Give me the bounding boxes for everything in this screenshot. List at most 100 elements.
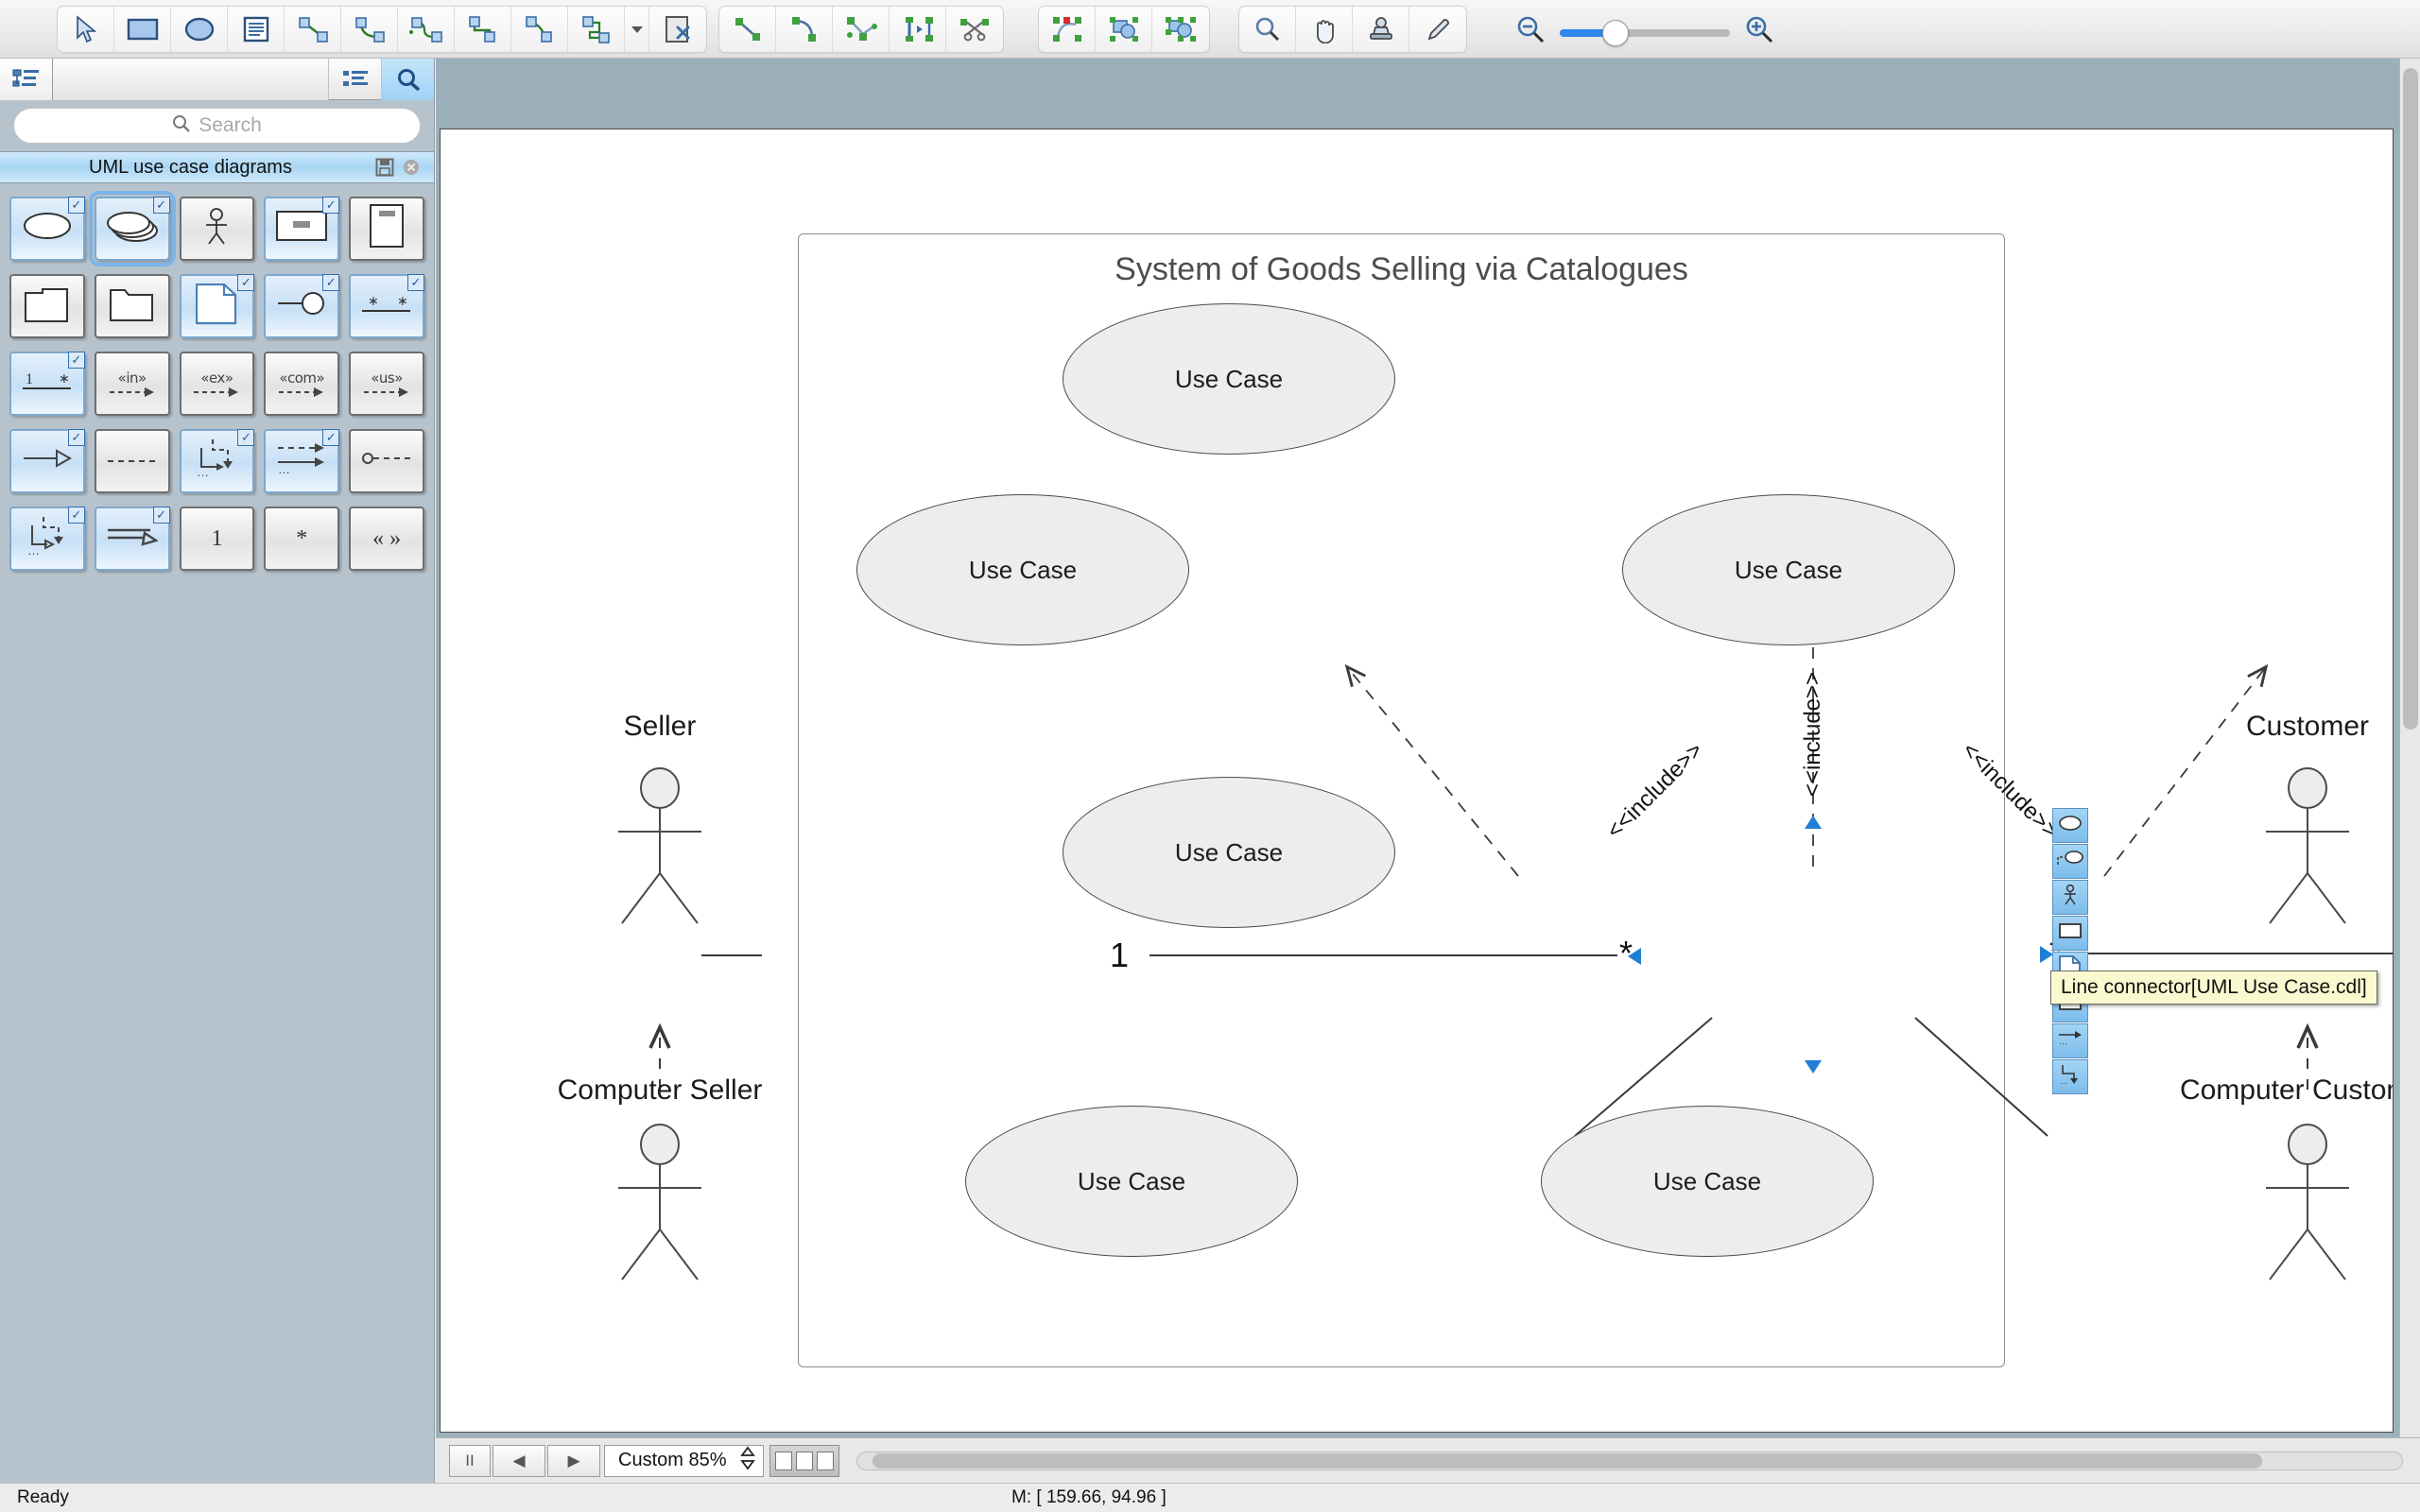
document-tree-icon[interactable]	[0, 58, 53, 100]
stencil-item-stereotype-text[interactable]: « »	[349, 507, 424, 571]
chevron-down-icon[interactable]	[625, 7, 649, 52]
stencil-item-system-boundary[interactable]	[264, 197, 340, 261]
mini-actor[interactable]	[2052, 880, 2088, 915]
pair-arrow-icon	[107, 524, 159, 555]
actor-figure-actor-seller[interactable]	[603, 767, 717, 933]
rectangle-icon[interactable]	[114, 7, 171, 52]
actor-figure-actor-customer[interactable]	[2251, 767, 2364, 933]
stencil-item-generalization[interactable]	[9, 429, 85, 493]
use-case-uc-bl[interactable]: Use Case	[965, 1106, 1298, 1257]
stencil-item-interface-lollipop[interactable]	[264, 274, 340, 338]
edit-points-icon[interactable]	[1039, 7, 1096, 52]
ungroup-shapes-icon[interactable]	[1152, 7, 1209, 52]
stencil-item-communicate-connector[interactable]: «com»	[264, 352, 340, 416]
ellipse-icon[interactable]	[171, 7, 228, 52]
use-case-uc-top[interactable]: Use Case	[1063, 303, 1395, 455]
stencil-item-association-multiplicity[interactable]: 1 ∗	[9, 352, 85, 416]
pointer-icon[interactable]	[58, 7, 114, 52]
mini-arrow[interactable]: …	[2052, 1023, 2088, 1058]
stepper-icon[interactable]	[739, 1446, 755, 1476]
zoom-level-selector[interactable]: Custom 85%	[604, 1444, 764, 1477]
diagram-page[interactable]: System of Goods Selling via Catalogues U…	[440, 129, 2394, 1433]
mini-system[interactable]	[2052, 916, 2088, 951]
scrollbar-thumb[interactable]	[872, 1452, 2262, 1469]
next-page-button[interactable]: ▶	[547, 1444, 600, 1477]
stencil-item-routed-dependency[interactable]: …	[179, 429, 255, 493]
stencil-item-interface-connector[interactable]	[349, 429, 424, 493]
line-icon[interactable]	[719, 7, 776, 52]
arc-icon[interactable]	[776, 7, 833, 52]
stencil-check-icon	[237, 274, 255, 291]
search-row: Search	[0, 100, 434, 151]
stencil-item-note[interactable]	[179, 274, 255, 338]
use-case-uc-left[interactable]: Use Case	[856, 494, 1189, 645]
actor-figure-actor-computer-customer[interactable]	[2251, 1124, 2364, 1289]
use-case-uc-br[interactable]: Use Case	[1541, 1106, 1874, 1257]
stencil-item-dashed-line[interactable]	[94, 429, 170, 493]
stencil-item-double-arrow-connector[interactable]: …	[264, 429, 340, 493]
prev-page-button[interactable]: ◀	[493, 1444, 545, 1477]
stencil-item-constraint-line[interactable]: ∗ ∗	[349, 274, 424, 338]
list-view-icon[interactable]	[328, 58, 381, 100]
stereotype-arrow-icon: «us»	[363, 369, 410, 399]
stencil-item-multiplicity-many[interactable]: *	[264, 507, 340, 571]
group-shapes-icon[interactable]	[1096, 7, 1152, 52]
routed-connector-icon[interactable]	[568, 7, 625, 52]
stencil-item-include-connector[interactable]: «in»	[94, 352, 170, 416]
stencil-item-folder[interactable]	[94, 274, 170, 338]
close-icon[interactable]	[398, 158, 424, 177]
actor-figure-actor-computer-seller[interactable]	[603, 1124, 717, 1289]
zoom-in-icon[interactable]	[1743, 15, 1775, 50]
polyline-icon[interactable]	[833, 7, 890, 52]
stamp-icon[interactable]	[1353, 7, 1409, 52]
stencil-item-package-tab[interactable]	[9, 274, 85, 338]
stencil-item-extend-connector[interactable]: «ex»	[179, 352, 255, 416]
trim-icon[interactable]	[946, 7, 1003, 52]
svg-text:…: …	[27, 543, 40, 558]
floating-shape-toolbar: ……	[2052, 808, 2088, 1095]
hand-icon[interactable]	[1296, 7, 1353, 52]
canvas-vertical-scrollbar[interactable]	[2399, 59, 2420, 1438]
mini-include[interactable]	[2052, 844, 2088, 879]
mini-use-case[interactable]	[2052, 808, 2088, 843]
stencil-item-multiplicity-one[interactable]: 1	[179, 507, 255, 571]
tree-connector-icon[interactable]	[398, 7, 455, 52]
eyedropper-icon[interactable]	[1409, 7, 1466, 52]
stencil-item-use-case-stack[interactable]	[88, 191, 176, 266]
delete-shape-icon[interactable]	[649, 7, 706, 52]
page-tab[interactable]	[795, 1451, 813, 1470]
elbow-connector-icon[interactable]	[455, 7, 511, 52]
arc-connector-icon[interactable]	[511, 7, 568, 52]
stencil-item-use-case-ellipse[interactable]	[9, 197, 85, 261]
titled-box-shape-icon	[276, 211, 328, 247]
pause-button[interactable]: II	[449, 1444, 491, 1477]
stencil-item-actor[interactable]	[179, 197, 255, 261]
star-line-shape-icon: ∗ ∗	[361, 290, 412, 323]
stencil-item-note-page[interactable]	[349, 197, 424, 261]
dashed-line-icon	[107, 453, 158, 470]
magnifier-icon[interactable]	[1239, 7, 1296, 52]
search-icon[interactable]	[381, 58, 434, 100]
floppy-save-icon[interactable]	[372, 158, 398, 177]
stencil-item-uses-connector[interactable]: «us»	[349, 352, 424, 416]
mini-routed[interactable]: …	[2052, 1059, 2088, 1094]
straight-connector-icon[interactable]	[285, 7, 341, 52]
page-indicator[interactable]	[769, 1444, 839, 1477]
use-case-uc-center[interactable]: Use Case	[1063, 777, 1395, 928]
sidebar-tab-empty	[53, 58, 328, 100]
stencil-item-pair-arrow-connector[interactable]	[94, 507, 170, 571]
stereotype-arrow-icon: «in»	[109, 369, 156, 399]
zoom-slider[interactable]	[1560, 19, 1730, 46]
canvas-horizontal-scrollbar[interactable]	[856, 1451, 2403, 1470]
page-tab[interactable]	[816, 1451, 834, 1470]
search-input[interactable]: Search	[13, 108, 421, 144]
curved-connector-icon[interactable]	[341, 7, 398, 52]
page-tab[interactable]	[774, 1451, 792, 1470]
zoom-out-icon[interactable]	[1514, 15, 1547, 50]
zoom-slider-handle[interactable]	[1602, 19, 1629, 46]
text-block-icon[interactable]	[228, 7, 285, 52]
use-case-uc-right[interactable]: Use Case	[1622, 494, 1955, 645]
split-icon[interactable]	[890, 7, 946, 52]
stencil-item-routed-connector-2[interactable]: …	[9, 507, 85, 571]
scrollbar-thumb[interactable]	[2403, 68, 2418, 730]
